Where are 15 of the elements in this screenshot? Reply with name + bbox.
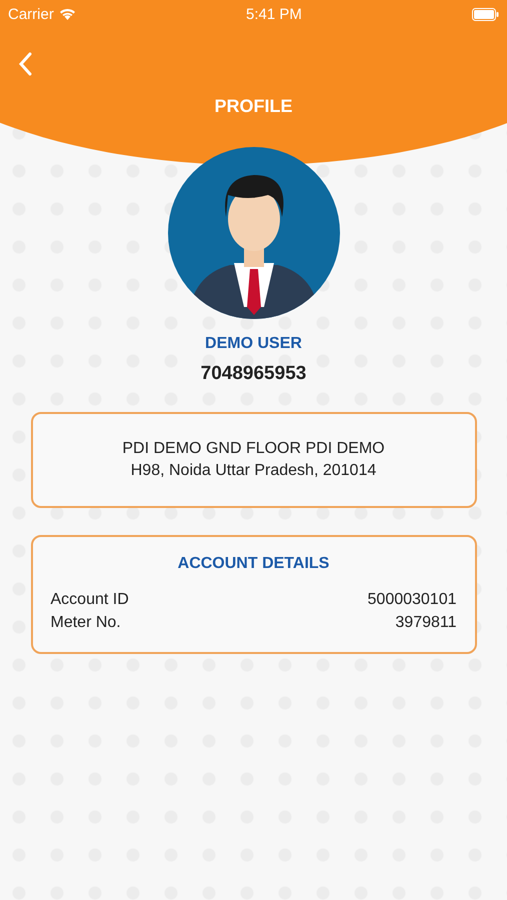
battery-icon: [472, 8, 499, 20]
page-title: PROFILE: [213, 96, 294, 117]
detail-value: 3979811: [395, 614, 456, 632]
detail-label: Account ID: [50, 591, 129, 609]
user-name: DEMO USER: [205, 335, 302, 353]
address-line: PDI DEMO GND FLOOR PDI DEMO: [121, 440, 386, 458]
address-line: H98, Noida Uttar Pradesh, 201014: [130, 462, 378, 480]
wifi-icon: [58, 8, 76, 20]
status-time: 5:41 PM: [246, 6, 302, 22]
user-phone: 7048965953: [200, 363, 306, 385]
back-icon[interactable]: [18, 52, 32, 76]
section-title: ACCOUNT DETAILS: [176, 555, 330, 573]
detail-label: Meter No.: [50, 614, 121, 632]
detail-value: 5000030101: [368, 591, 456, 609]
carrier-label: Carrier: [8, 6, 54, 22]
